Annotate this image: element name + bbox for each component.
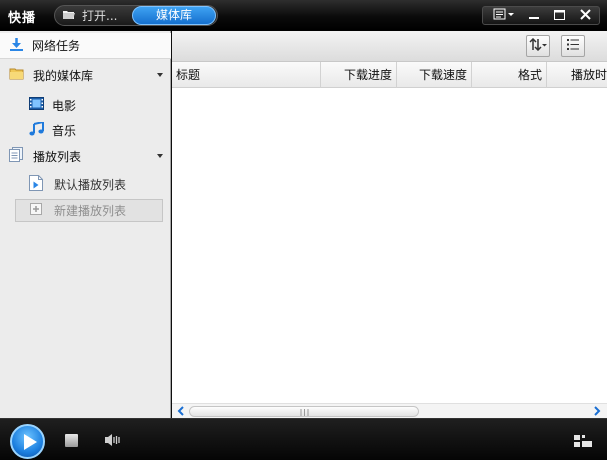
- column-format[interactable]: 格式: [472, 62, 547, 88]
- sidebar-item-label: 网络任务: [32, 39, 81, 53]
- maximize-icon: [553, 9, 565, 23]
- scroll-right-button[interactable]: [590, 405, 604, 418]
- menu-icon: [493, 8, 515, 23]
- sidebar-item-network-tasks[interactable]: 网络任务: [0, 33, 171, 59]
- playback-bar: [0, 418, 607, 460]
- grip-icon: [300, 405, 309, 419]
- column-duration[interactable]: 播放时: [547, 62, 607, 88]
- new-playlist-button[interactable]: 新建播放列表: [15, 199, 163, 222]
- play-button[interactable]: [10, 424, 45, 459]
- close-button[interactable]: [573, 7, 597, 24]
- list-view-icon: [567, 39, 579, 53]
- minimize-button[interactable]: [522, 7, 546, 24]
- sidebar-item-music[interactable]: 音乐: [0, 117, 171, 143]
- column-download-speed[interactable]: 下载速度: [397, 62, 472, 88]
- window-controls: [482, 6, 600, 25]
- main-panel: 标题 下载进度 下载速度 格式 播放时: [172, 31, 607, 418]
- film-icon: [29, 97, 44, 113]
- folder-icon: [9, 67, 24, 83]
- volume-button[interactable]: [104, 432, 120, 448]
- sidebar: 网络任务 我的媒体库 电影 音乐 播放列表 默认播放列表 新建播放列表: [0, 31, 171, 418]
- scroll-left-button[interactable]: [173, 405, 187, 418]
- sidebar-item-label: 播放列表: [33, 149, 82, 164]
- list-view-button[interactable]: [561, 35, 585, 57]
- playlist-icon: [9, 147, 24, 165]
- volume-icon: [104, 434, 120, 451]
- folder-open-icon: [62, 9, 76, 23]
- app-title: 快播: [8, 11, 37, 26]
- chevron-down-icon[interactable]: [157, 73, 163, 77]
- sidebar-item-label: 电影: [52, 98, 77, 113]
- close-icon: [579, 8, 591, 23]
- title-bar: 快播 打开... 媒体库: [0, 0, 607, 31]
- new-playlist-label: 新建播放列表: [54, 204, 127, 218]
- column-title[interactable]: 标题: [172, 62, 321, 88]
- tab-open-label: 打开...: [82, 9, 118, 23]
- column-download-progress[interactable]: 下载进度: [321, 62, 397, 88]
- add-icon: [30, 203, 42, 218]
- list-toolbar: [172, 31, 607, 62]
- download-icon: [9, 37, 24, 55]
- sort-icon: [529, 37, 547, 54]
- grid-icon: [574, 435, 592, 451]
- playlist-file-icon: [29, 174, 43, 194]
- sidebar-item-default-playlist[interactable]: 默认播放列表: [0, 171, 171, 197]
- minimize-icon: [529, 9, 539, 23]
- sidebar-item-media-library[interactable]: 我的媒体库: [0, 62, 171, 88]
- maximize-button[interactable]: [547, 7, 571, 24]
- sidebar-item-playlists[interactable]: 播放列表: [0, 143, 171, 169]
- chevron-left-icon: [177, 405, 184, 419]
- table-header: 标题 下载进度 下载速度 格式 播放时: [172, 62, 607, 88]
- sidebar-item-label: 我的媒体库: [33, 68, 94, 83]
- sort-button[interactable]: [526, 35, 550, 57]
- sidebar-item-label: 默认播放列表: [54, 177, 127, 192]
- tab-media-library[interactable]: 媒体库: [132, 6, 216, 25]
- chevron-down-icon[interactable]: [157, 154, 163, 158]
- menu-button[interactable]: [489, 7, 519, 24]
- tab-open[interactable]: 打开...: [56, 6, 130, 25]
- sidebar-item-movies[interactable]: 电影: [0, 92, 171, 118]
- scroll-thumb[interactable]: [189, 406, 419, 417]
- horizontal-scrollbar[interactable]: [172, 403, 607, 418]
- sidebar-item-label: 音乐: [52, 123, 77, 138]
- chevron-right-icon: [593, 405, 601, 419]
- music-note-icon: [29, 120, 44, 139]
- grid-view-button[interactable]: [574, 434, 592, 448]
- stop-button[interactable]: [65, 434, 78, 447]
